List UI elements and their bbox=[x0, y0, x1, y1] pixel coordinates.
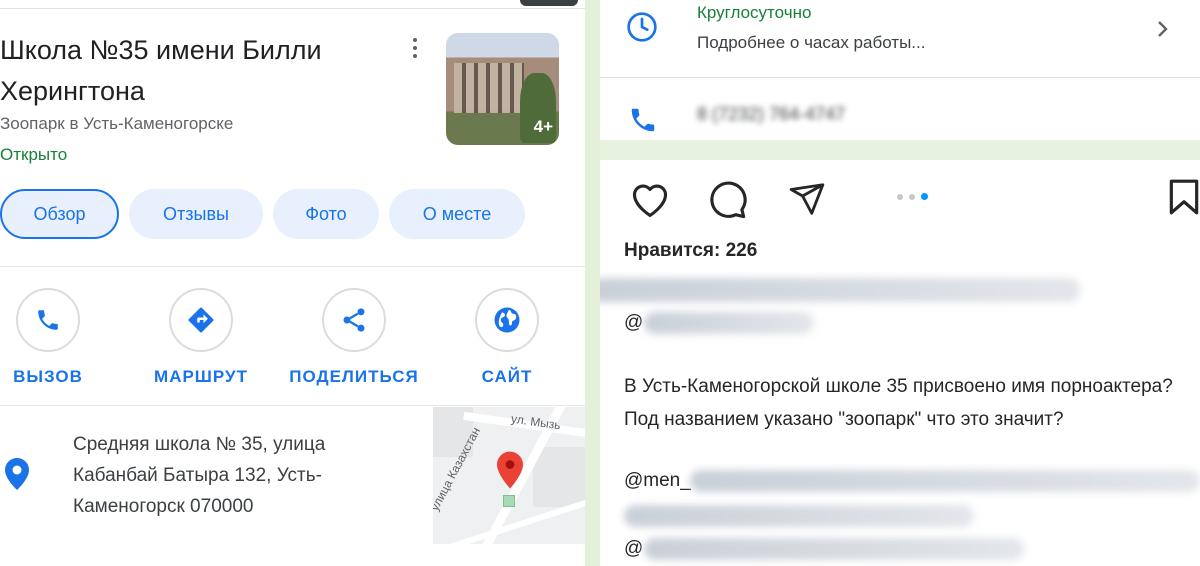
directions-button[interactable]: МАРШРУТ bbox=[126, 288, 276, 387]
place-title: Школа №35 имени Билли Херингтона bbox=[0, 35, 322, 106]
send-icon[interactable] bbox=[787, 180, 827, 223]
post-caption: В Усть-Каменогорской школе 35 присвоено … bbox=[624, 376, 1173, 430]
open-status: Открыто bbox=[0, 145, 68, 164]
globe-icon bbox=[475, 288, 539, 352]
map-preview[interactable]: ул. Мызь улица Казахстан bbox=[433, 407, 585, 544]
phone-icon bbox=[628, 105, 658, 140]
panel-divider bbox=[585, 0, 600, 566]
redacted-mention bbox=[644, 538, 1024, 560]
map-pin-icon bbox=[497, 451, 523, 494]
photo-count: 4+ bbox=[533, 117, 553, 136]
instagram-post-panel: Круглосуточно Подробнее о часах работы..… bbox=[600, 0, 1200, 566]
more-options-icon[interactable] bbox=[405, 34, 425, 62]
divider-band bbox=[600, 140, 1200, 160]
clock-icon bbox=[626, 11, 658, 48]
comment-icon[interactable] bbox=[706, 179, 748, 226]
call-label: ВЫЗОВ bbox=[13, 367, 83, 386]
redacted-mention bbox=[624, 505, 974, 527]
divider bbox=[0, 266, 585, 267]
bookmark-icon[interactable] bbox=[1168, 178, 1200, 221]
top-divider bbox=[0, 8, 585, 9]
divider bbox=[600, 77, 1200, 78]
place-photo-thumbnail[interactable]: 4+ bbox=[446, 33, 559, 145]
address-text[interactable]: Средняя школа № 35, улица Кабанбай Батыр… bbox=[73, 429, 413, 522]
mention[interactable]: @ bbox=[624, 538, 643, 560]
share-button[interactable]: ПОДЕЛИТЬСЯ bbox=[279, 288, 429, 387]
place-category: Зоопарк в Усть-Каменогорске bbox=[0, 114, 234, 133]
phone-icon bbox=[16, 288, 80, 352]
tab-reviews[interactable]: Отзывы bbox=[129, 189, 263, 239]
phone-number[interactable]: 8 (7232) 764-4747 bbox=[697, 104, 845, 125]
redacted-username bbox=[600, 278, 1080, 302]
mention[interactable]: @ bbox=[624, 312, 643, 334]
directions-icon bbox=[169, 288, 233, 352]
website-button[interactable]: САЙТ bbox=[432, 288, 582, 387]
heart-icon[interactable] bbox=[629, 180, 671, 223]
website-label: САЙТ bbox=[481, 367, 533, 386]
call-button[interactable]: ВЫЗОВ bbox=[0, 288, 123, 387]
chevron-right-icon[interactable] bbox=[1156, 19, 1170, 44]
tab-about[interactable]: О месте bbox=[389, 189, 525, 239]
redacted-mention bbox=[690, 470, 1200, 492]
hours-status: Круглосуточно bbox=[697, 3, 812, 22]
carousel-indicator bbox=[897, 193, 928, 200]
divider bbox=[0, 405, 585, 406]
building-image bbox=[454, 63, 524, 113]
maps-place-panel: Школа №35 имени Билли Херингтона Зоопарк… bbox=[0, 0, 585, 566]
hours-details-link[interactable]: Подробнее о часах работы... bbox=[697, 33, 925, 53]
redacted-mention bbox=[644, 312, 814, 334]
tab-photos[interactable]: Фото bbox=[273, 189, 379, 239]
tab-overview[interactable]: Обзор bbox=[0, 189, 119, 239]
mention[interactable]: @men_ bbox=[624, 470, 691, 492]
share-icon bbox=[322, 288, 386, 352]
sheet-handle[interactable] bbox=[520, 0, 578, 6]
share-label: ПОДЕЛИТЬСЯ bbox=[289, 367, 419, 386]
likes-count[interactable]: Нравится: 226 bbox=[624, 240, 757, 262]
directions-label: МАРШРУТ bbox=[154, 367, 248, 386]
map-poi-marker bbox=[503, 495, 515, 507]
location-pin-icon bbox=[5, 458, 29, 495]
map-block bbox=[533, 447, 585, 507]
